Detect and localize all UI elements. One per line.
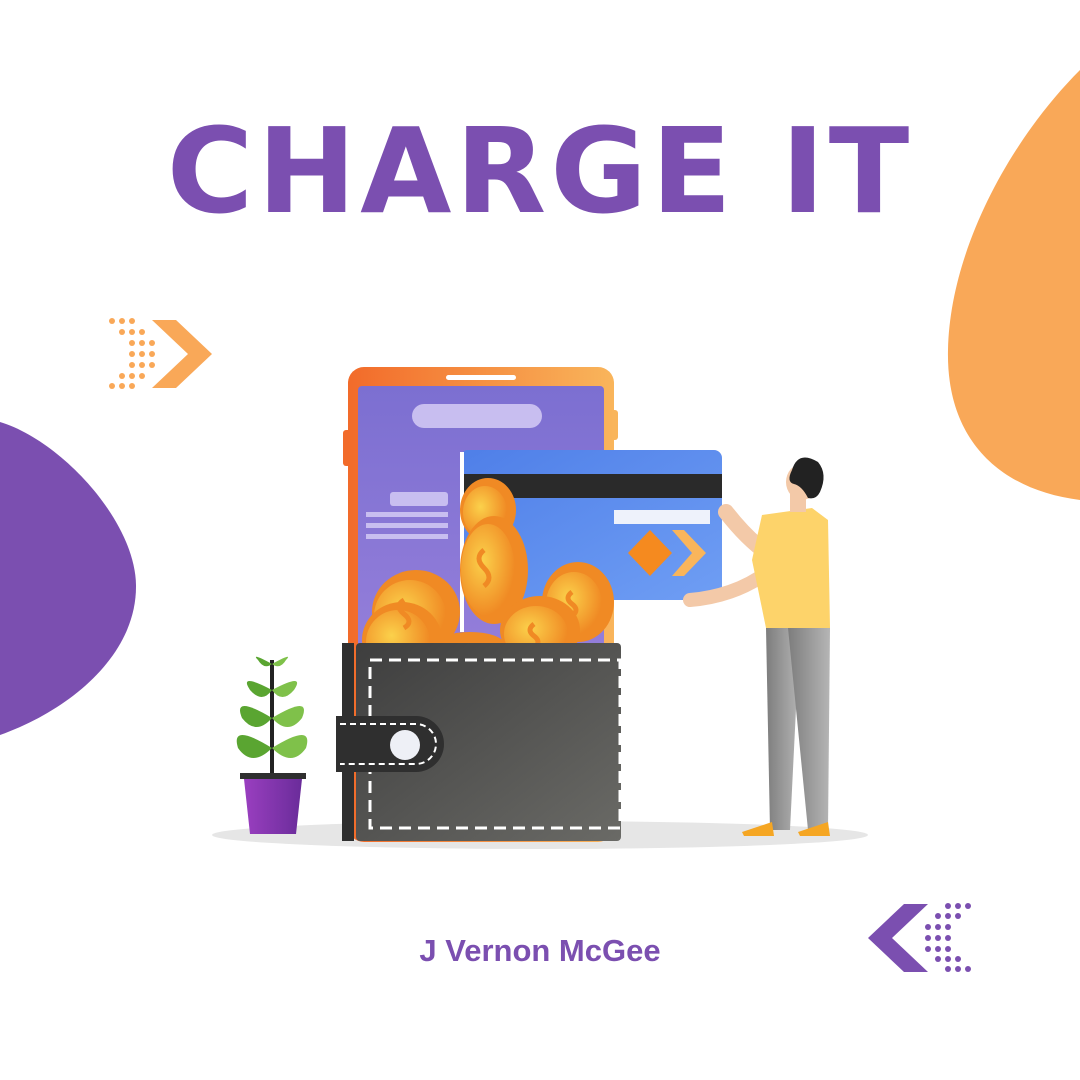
canvas: CHARGE IT J Vernon McGee	[0, 0, 1080, 1080]
wallet-illustration	[336, 643, 622, 841]
arrow-right-dots-icon	[109, 318, 212, 389]
page-title: CHARGE IT	[166, 102, 914, 240]
purple-blob	[0, 422, 137, 735]
plant-illustration	[236, 656, 308, 834]
author-name: J Vernon McGee	[419, 933, 661, 968]
